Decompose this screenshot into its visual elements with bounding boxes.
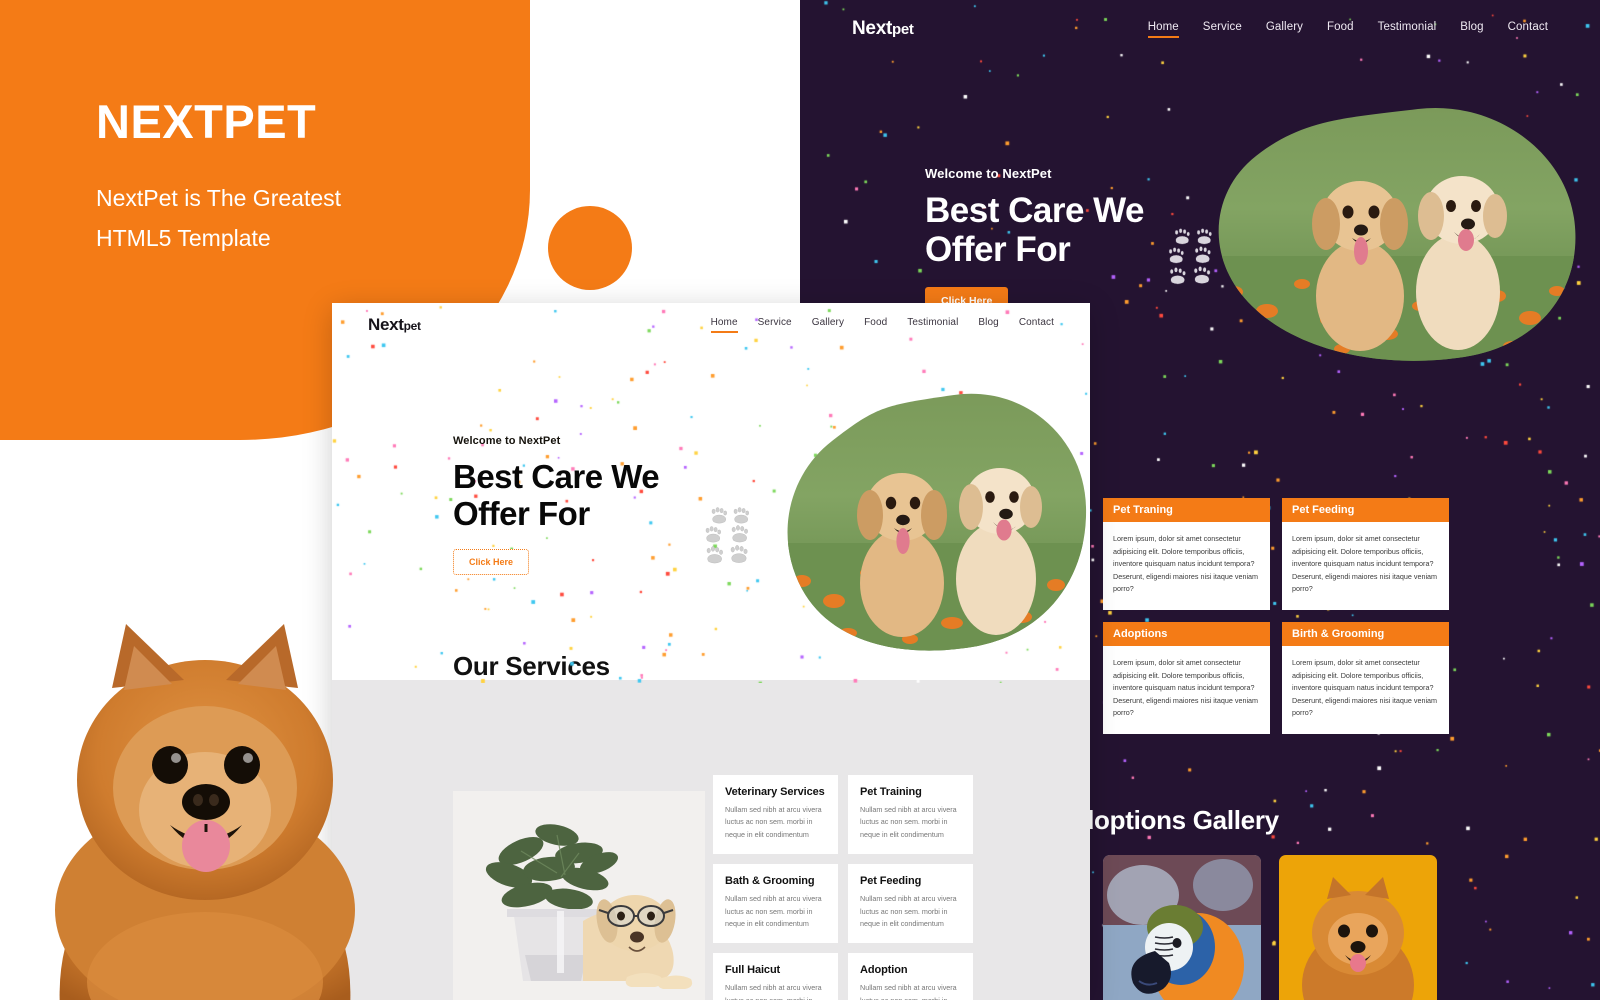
dark-service-card-title: Birth & Grooming [1282,621,1449,646]
dark-service-card: Pet Traning Lorem ipsum, dolor sit amet c… [1103,498,1270,610]
dark-nav-item-food[interactable]: Food [1327,21,1354,38]
puppy-left [1312,181,1408,351]
dark-hero-title: Best Care We Offer For [925,191,1145,270]
logo-light-text: pet [891,21,914,38]
services-card-grid: Veterinary Services Nullam sed nibh at ar… [713,775,973,1000]
promo-orange-circle [548,206,632,290]
promo-tagline-line2: HTML5 Template [96,224,271,251]
service-card-title: Bath & Grooming [725,875,815,888]
service-card[interactable]: Adoption Nullam sed nibh at arcu vivera l… [848,953,973,1000]
service-card-title: Adoption [860,964,908,977]
light-hero-cta-button[interactable]: Click Here [453,548,530,575]
service-card-body: Nullam sed nibh at arcu vivera luctus ac… [725,894,822,928]
logo-light-text-light: pet [403,319,421,333]
dark-navbar: Nextpet Home Service Gallery Food Testim… [800,0,1600,58]
dark-nav-item-contact[interactable]: Contact [1508,21,1548,38]
service-card[interactable]: Full Haicut Nullam sed nibh at arcu viver… [713,953,838,1000]
dark-logo[interactable]: Nextpet [852,18,914,40]
light-nav-item-testimonial[interactable]: Testimonial [907,317,958,333]
light-nav-item-blog[interactable]: Blog [978,317,998,333]
puppy-right-light [956,468,1042,635]
promo-brand-title: NEXTPET [96,95,317,148]
promo-tagline: NextPet is The Greatest HTML5 Template [96,178,341,259]
light-nav-item-gallery[interactable]: Gallery [812,317,844,333]
service-card-title: Pet Feeding [860,875,922,888]
paw-print-icon-cluster-light [705,507,749,564]
puppy-left-light [857,473,947,637]
dark-service-card: Pet Feeding Lorem ipsum, dolor sit amet c… [1282,498,1449,610]
light-hero-title: Best Care We Offer For [453,458,660,533]
dark-service-card-body: Lorem ipsum, dolor sit amet consectetur … [1292,534,1438,594]
light-hero-title-line1: Best Care We [453,458,660,495]
dark-nav-item-testimonial[interactable]: Testimonial [1378,21,1437,38]
dark-hero-title-line2: Offer For [925,230,1071,270]
dark-service-card-title: Pet Feeding [1282,498,1449,522]
dark-service-card-body: Lorem ipsum, dolor sit amet consectetur … [1113,534,1259,594]
service-card-title: Pet Training [860,786,922,798]
service-card-body: Nullam sed nibh at arcu vivera luctus ac… [725,983,822,1000]
light-nav-item-service[interactable]: Service [758,317,792,333]
services-photo [453,791,705,1000]
light-template-mockup: Nextpet Home Service Gallery Food Testim… [332,303,1090,1000]
light-hero-title-line2: Offer For [453,494,590,532]
service-card[interactable]: Veterinary Services Nullam sed nibh at ar… [713,775,838,855]
promo-tagline-line1: NextPet is The Greatest [96,184,342,211]
dark-nav-item-service[interactable]: Service [1203,21,1242,38]
light-hero-copy: Welcome to NextPet Best Care We Offer Fo… [453,435,660,575]
dark-service-card: Adoptions Lorem ipsum, dolor sit amet con… [1103,621,1270,734]
service-card[interactable]: Pet Training Nullam sed nibh at arcu vive… [848,775,973,855]
dark-hero-image [1212,106,1582,362]
light-hero-welcome: Welcome to NextPet [453,435,561,447]
light-nav-menu: Home Service Gallery Food Testimonial Bl… [710,317,1054,333]
gallery-item-pomeranian[interactable] [1279,855,1437,1000]
dark-service-card-body: Lorem ipsum, dolor sit amet consectetur … [1292,657,1438,718]
our-services-section [332,680,1090,1000]
light-logo[interactable]: Nextpet [368,315,421,335]
dark-service-card-title: Adoptions [1103,621,1270,646]
light-nav-item-contact[interactable]: Contact [1019,317,1054,333]
service-card[interactable]: Pet Feeding Nullam sed nibh at arcu viver… [848,864,973,944]
service-card-title: Veterinary Services [725,786,825,798]
dark-hero-welcome: Welcome to NextPet [925,166,1052,181]
service-card[interactable]: Bath & Grooming Nullam sed nibh at arcu v… [713,864,838,944]
light-nav-item-food[interactable]: Food [864,317,887,333]
dark-gallery-title: Adoptions Gallery [1060,805,1279,835]
logo-bold-text-light: Next [368,315,404,334]
adoptions-gallery [1103,855,1437,1000]
service-card-title: Full Haicut [725,964,781,977]
gallery-item-parrot[interactable] [1103,855,1261,1000]
service-card-body: Nullam sed nibh at arcu vivera luctus ac… [860,894,957,928]
dark-nav-menu: Home Service Gallery Food Testimonial Bl… [1147,21,1548,38]
light-hero-image [784,391,1090,653]
dark-service-card-title: Pet Traning [1103,498,1270,522]
light-nav-item-home[interactable]: Home [710,317,738,333]
service-card-body: Nullam sed nibh at arcu vivera luctus ac… [860,983,957,1000]
dark-service-card: Birth & Grooming Lorem ipsum, dolor sit a… [1282,621,1449,734]
service-card-body: Nullam sed nibh at arcu vivera luctus ac… [725,805,822,839]
light-navbar: Nextpet Home Service Gallery Food Testim… [332,303,1090,347]
dark-hero-copy: Welcome to NextPet Best Care We Offer Fo… [925,166,1145,316]
paw-print-icon-cluster [1168,228,1212,285]
logo-bold-text: Next [852,18,892,39]
dark-nav-item-gallery[interactable]: Gallery [1266,21,1303,38]
service-card-body: Nullam sed nibh at arcu vivera luctus ac… [860,805,957,839]
dark-nav-item-blog[interactable]: Blog [1460,21,1483,38]
dark-nav-item-home[interactable]: Home [1147,21,1179,38]
promo-text-block: NEXTPET NextPet is The Greatest HTML5 Te… [96,96,341,258]
dark-hero-title-line1: Best Care We [925,191,1145,230]
dark-service-card-body: Lorem ipsum, dolor sit amet consectetur … [1113,657,1259,718]
dark-service-cards: Pet Traning Lorem ipsum, dolor sit amet c… [1103,498,1449,734]
pomeranian-cutout-image [55,624,355,1000]
